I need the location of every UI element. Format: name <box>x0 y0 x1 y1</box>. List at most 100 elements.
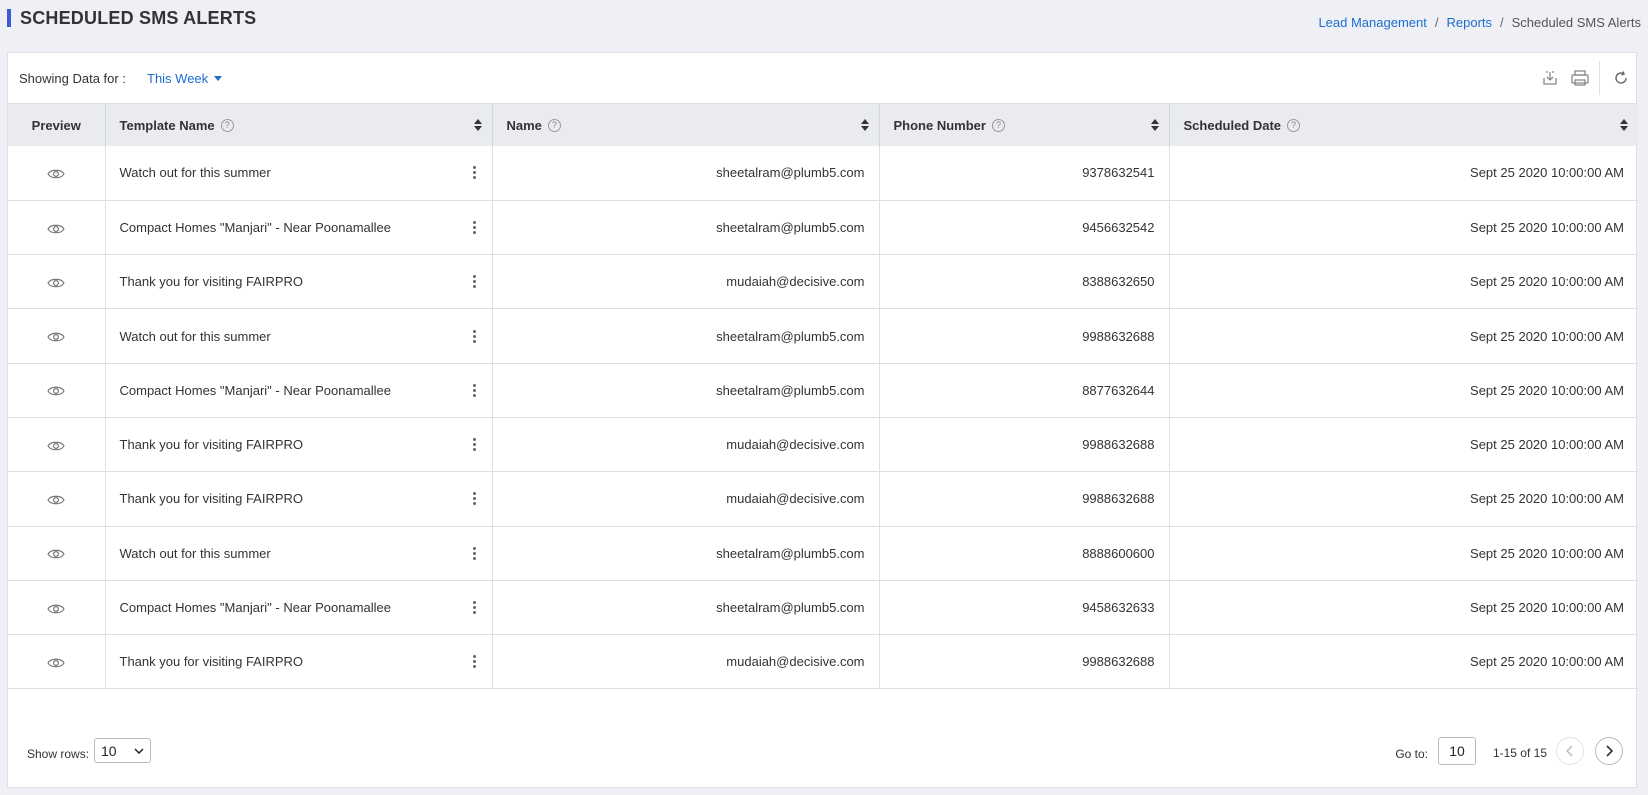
sort-icon[interactable] <box>473 119 482 131</box>
eye-icon[interactable] <box>47 494 65 506</box>
show-rows-label: Show rows: <box>27 747 90 761</box>
table-row: Thank you for visiting FAIRPRO mudaiah@d… <box>8 471 1638 527</box>
column-header-scheduled-date[interactable]: Scheduled Date ? <box>1169 104 1638 146</box>
table-header-row: Preview Template Name ? Name ? Phone Num… <box>8 104 1638 146</box>
chevron-down-icon <box>134 747 144 754</box>
column-header-phone-number[interactable]: Phone Number ? <box>879 104 1170 146</box>
template-name: Compact Homes "Manjari" - Near Poonamall… <box>119 600 392 616</box>
sort-icon[interactable] <box>860 119 869 131</box>
print-icon <box>1571 70 1589 86</box>
eye-icon[interactable] <box>47 440 65 452</box>
table-row: Watch out for this summer sheetalram@plu… <box>8 526 1638 581</box>
more-options-icon[interactable] <box>471 328 478 345</box>
phone-number-cell: 8888600600 <box>879 526 1170 581</box>
more-options-icon[interactable] <box>471 164 478 181</box>
name-cell: mudaiah@decisive.com <box>492 417 880 473</box>
template-name: Watch out for this summer <box>119 328 271 344</box>
sort-icon[interactable] <box>1620 119 1628 131</box>
scheduled-date-cell: Sept 25 2020 10:00:00 AM <box>1169 363 1638 418</box>
eye-icon[interactable] <box>47 331 65 343</box>
preview-cell <box>8 580 106 636</box>
template-name-cell: Watch out for this summer <box>105 526 493 581</box>
more-options-icon[interactable] <box>471 436 478 453</box>
page-header: SCHEDULED SMS ALERTS Lead Management / R… <box>0 0 1648 52</box>
table-row: Watch out for this summer sheetalram@plu… <box>8 146 1638 201</box>
help-icon[interactable]: ? <box>547 118 561 132</box>
more-options-icon[interactable] <box>471 382 478 399</box>
more-options-icon[interactable] <box>471 219 478 236</box>
rows-per-page-value: 10 <box>101 742 117 759</box>
breadcrumb-lead-management[interactable]: Lead Management <box>1318 15 1426 30</box>
column-header-label: Scheduled Date <box>1183 117 1282 133</box>
column-header-label: Preview <box>31 117 81 133</box>
eye-icon[interactable] <box>47 548 65 560</box>
scheduled-date-cell: Sept 25 2020 10:00:00 AM <box>1169 254 1638 310</box>
refresh-button[interactable] <box>1606 63 1636 93</box>
template-name-cell: Thank you for visiting FAIRPRO <box>105 254 493 310</box>
table-row: Watch out for this summer sheetalram@plu… <box>8 308 1638 364</box>
go-to-page-input[interactable]: 10 <box>1438 737 1476 765</box>
template-name: Compact Homes "Manjari" - Near Poonamall… <box>119 382 392 398</box>
phone-number-cell: 9456632542 <box>879 200 1170 256</box>
preview-cell <box>8 417 106 473</box>
print-button[interactable] <box>1565 63 1595 93</box>
more-options-icon[interactable] <box>471 490 478 507</box>
scheduled-date-cell: Sept 25 2020 10:00:00 AM <box>1169 200 1638 256</box>
download-button[interactable] <box>1535 63 1565 93</box>
name-cell: sheetalram@plumb5.com <box>492 308 880 364</box>
column-header-preview: Preview <box>8 104 106 146</box>
name-cell: sheetalram@plumb5.com <box>492 200 880 256</box>
phone-number-cell: 9988632688 <box>879 471 1170 527</box>
refresh-icon <box>1615 71 1627 84</box>
pagination-range: 1-15 of 15 <box>1492 746 1547 760</box>
eye-icon[interactable] <box>47 277 65 289</box>
phone-number-cell: 8877632644 <box>879 363 1170 418</box>
eye-icon[interactable] <box>47 603 65 615</box>
scheduled-date-cell: Sept 25 2020 10:00:00 AM <box>1169 471 1638 527</box>
chevron-right-icon <box>1606 745 1613 757</box>
phone-number-cell: 9458632633 <box>879 580 1170 636</box>
eye-icon[interactable] <box>47 223 65 235</box>
toolbar-actions <box>1535 53 1636 103</box>
eye-icon[interactable] <box>47 385 65 397</box>
more-options-icon[interactable] <box>471 599 478 616</box>
more-options-icon[interactable] <box>471 545 478 562</box>
sort-icon[interactable] <box>1150 119 1159 131</box>
phone-number-cell: 8388632650 <box>879 254 1170 310</box>
chevron-left-icon <box>1566 745 1573 757</box>
previous-page-button[interactable] <box>1556 737 1584 765</box>
breadcrumb-reports[interactable]: Reports <box>1446 15 1492 30</box>
report-card: Showing Data for : This Week Preview Tem… <box>7 52 1638 788</box>
preview-cell <box>8 200 106 256</box>
template-name-cell: Thank you for visiting FAIRPRO <box>105 471 493 527</box>
table-row: Compact Homes "Manjari" - Near Poonamall… <box>8 580 1638 636</box>
toolbar-divider <box>1599 61 1600 95</box>
help-icon[interactable]: ? <box>220 118 234 132</box>
preview-cell <box>8 254 106 310</box>
more-options-icon[interactable] <box>471 653 478 670</box>
eye-icon[interactable] <box>47 657 65 669</box>
scheduled-date-cell: Sept 25 2020 10:00:00 AM <box>1169 146 1638 201</box>
eye-icon[interactable] <box>47 168 65 180</box>
preview-cell <box>8 146 106 201</box>
rows-per-page-select[interactable]: 10 <box>94 738 151 763</box>
name-cell: sheetalram@plumb5.com <box>492 363 880 418</box>
help-icon[interactable]: ? <box>991 118 1005 132</box>
preview-cell <box>8 526 106 581</box>
column-header-label: Phone Number <box>893 117 986 133</box>
help-icon[interactable]: ? <box>1287 118 1301 132</box>
template-name: Thank you for visiting FAIRPRO <box>119 491 304 507</box>
next-page-button[interactable] <box>1595 737 1623 765</box>
breadcrumb-separator: / <box>1434 15 1439 30</box>
column-header-name[interactable]: Name ? <box>492 104 880 146</box>
phone-number-cell: 9378632541 <box>879 146 1170 201</box>
period-dropdown[interactable]: This Week <box>147 71 223 86</box>
template-name: Thank you for visiting FAIRPRO <box>119 437 304 453</box>
template-name: Thank you for visiting FAIRPRO <box>119 274 304 290</box>
more-options-icon[interactable] <box>471 273 478 290</box>
preview-cell <box>8 308 106 364</box>
column-header-template-name[interactable]: Template Name ? <box>105 104 493 146</box>
go-to-label: Go to: <box>1395 747 1428 761</box>
template-name-cell: Compact Homes "Manjari" - Near Poonamall… <box>105 363 493 418</box>
phone-number-cell: 9988632688 <box>879 634 1170 690</box>
